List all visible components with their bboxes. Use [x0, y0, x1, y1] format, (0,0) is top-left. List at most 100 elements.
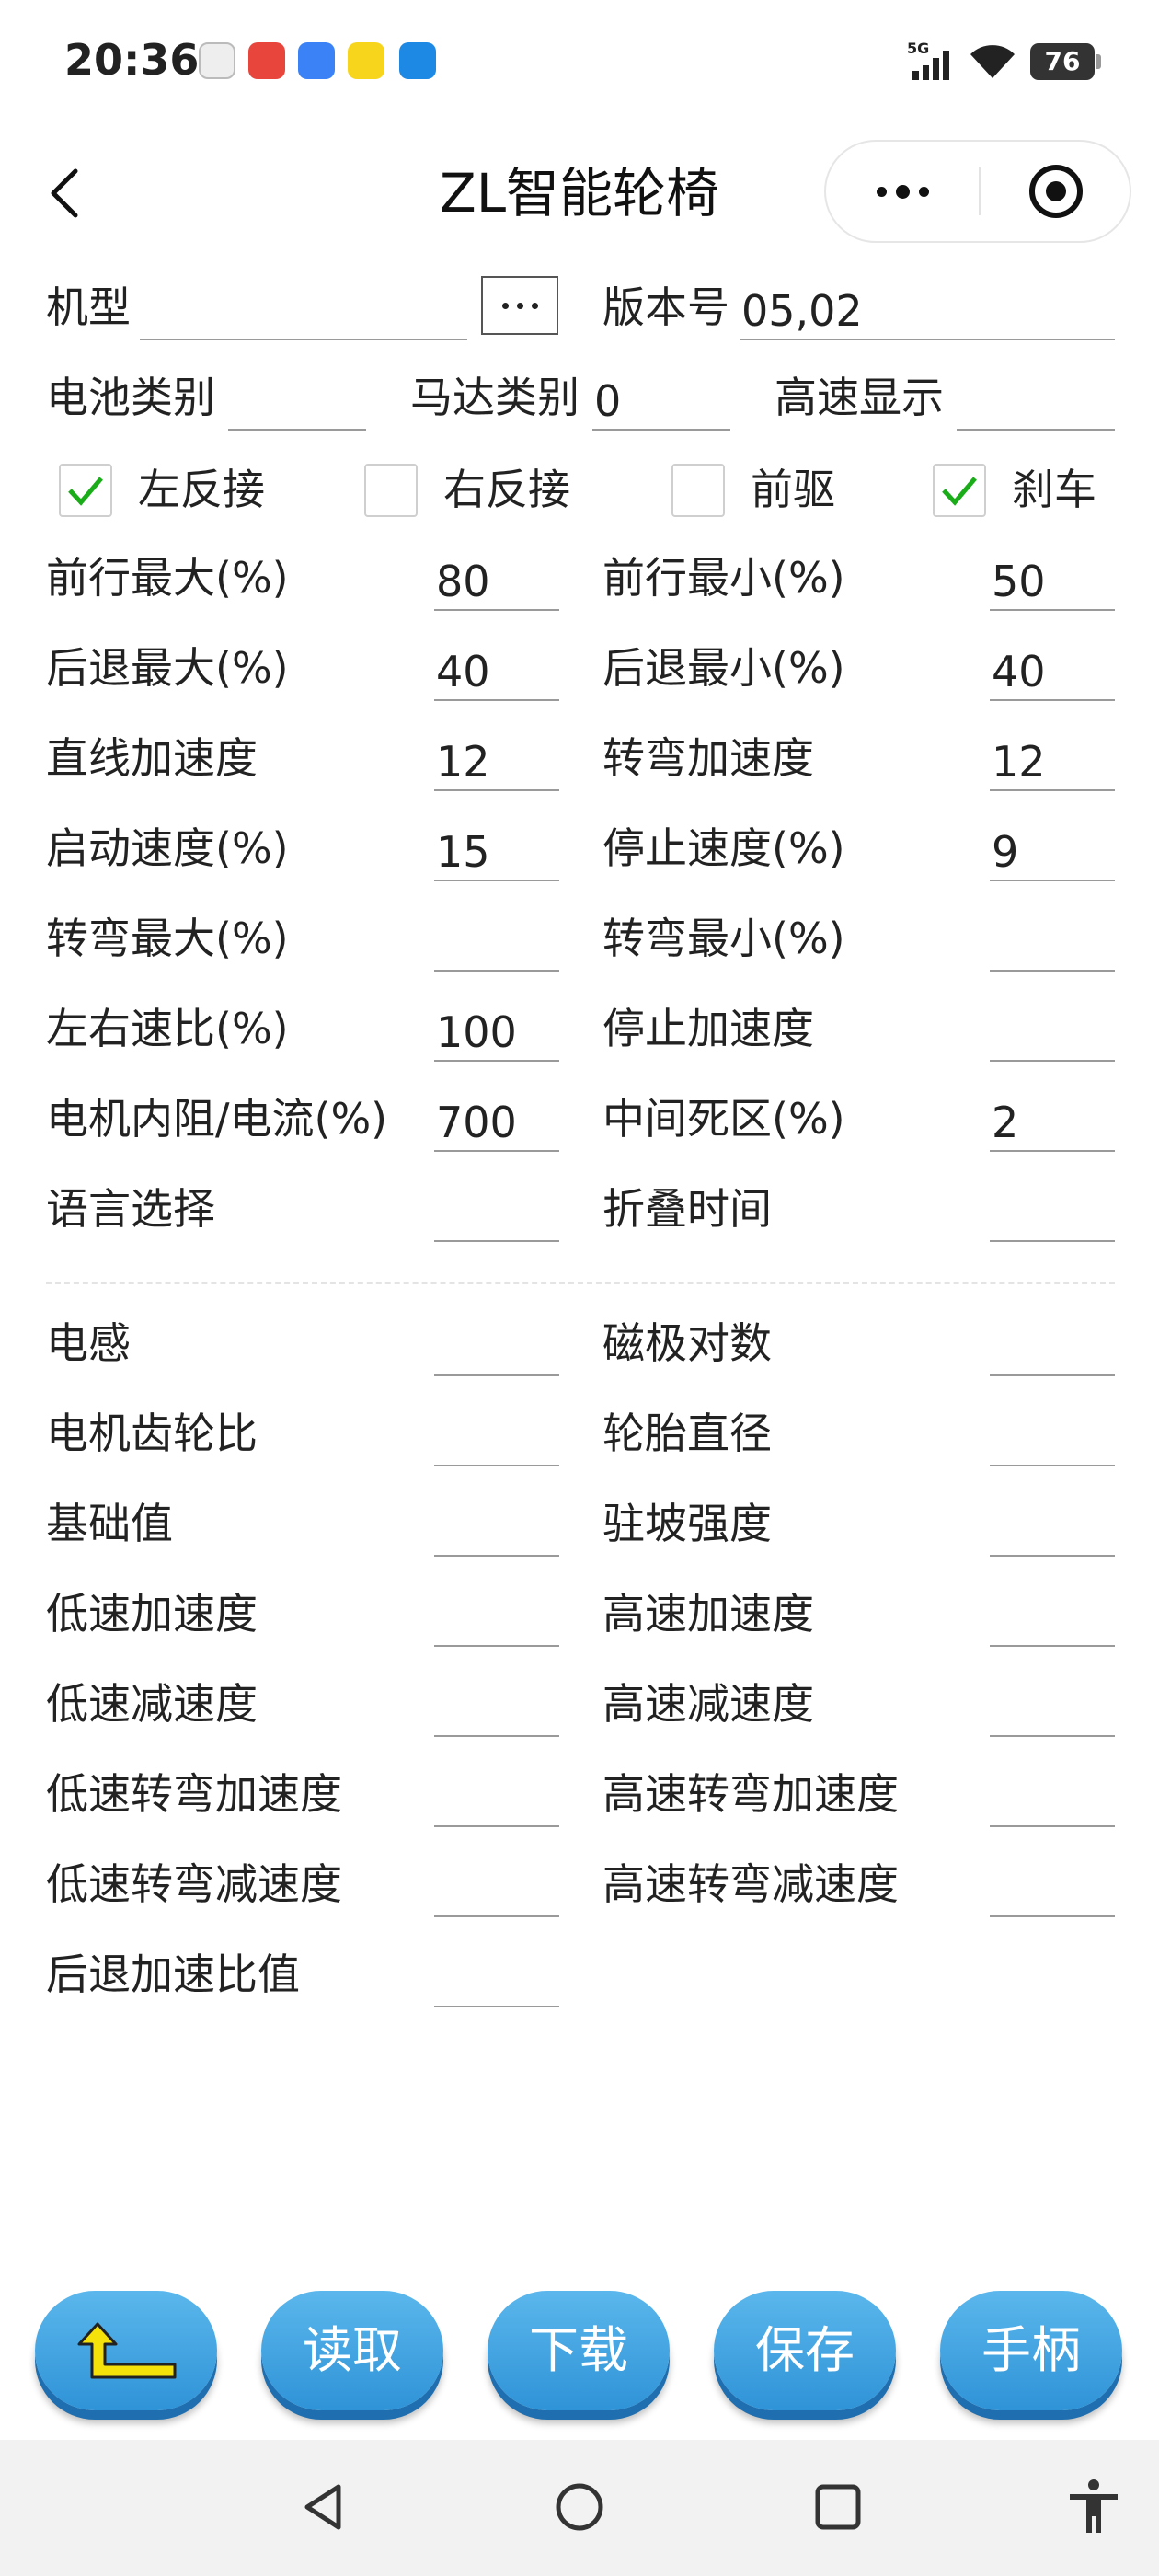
param-label: 后退最大(%) [46, 643, 289, 693]
param-field[interactable] [990, 1185, 1115, 1242]
param-label: 折叠时间 [602, 1184, 772, 1234]
model-select-button[interactable] [481, 276, 558, 335]
motor-type-label: 马达类别 [410, 373, 580, 422]
param-label: 高速转弯减速度 [602, 1859, 899, 1909]
checkbox-label: 左反接 [138, 465, 265, 514]
miniprogram-capsule [824, 140, 1131, 243]
nav-back-icon [304, 2484, 341, 2530]
return-button[interactable] [35, 2291, 217, 2410]
check-icon [68, 477, 103, 506]
model-field[interactable] [140, 283, 467, 340]
version-field[interactable]: 05,02 [740, 283, 1115, 340]
param-field[interactable]: 100 [434, 1005, 559, 1062]
param-field[interactable]: 2 [990, 1095, 1115, 1152]
param-label: 高速转弯加速度 [602, 1769, 899, 1819]
settings-app-icon [199, 42, 235, 79]
param-field[interactable] [990, 1860, 1115, 1917]
param-label: 直线加速度 [46, 733, 258, 783]
param-field[interactable] [434, 1500, 559, 1557]
battery-icon: 76 [1030, 43, 1101, 80]
param-field[interactable] [990, 1770, 1115, 1827]
checkbox-box[interactable] [59, 464, 112, 517]
nav-recents-button[interactable] [806, 2475, 870, 2539]
param-field[interactable] [990, 1590, 1115, 1647]
param-label: 前行最小(%) [602, 553, 845, 603]
param-field[interactable]: 15 [434, 824, 559, 881]
param-label: 停止速度(%) [602, 823, 845, 873]
status-bar: 20:36 5G 76 [0, 0, 1159, 124]
robot-app-icon [399, 42, 436, 79]
more-button[interactable] [826, 142, 979, 241]
param-label: 驻坡强度 [602, 1499, 772, 1548]
param-field[interactable] [990, 1680, 1115, 1737]
param-field[interactable] [990, 1409, 1115, 1466]
param-field[interactable] [434, 1409, 559, 1466]
checkbox-box[interactable] [933, 464, 986, 517]
clown-app-icon [248, 42, 285, 79]
param-field[interactable] [434, 1860, 559, 1917]
checkbox-box[interactable] [364, 464, 418, 517]
param-label: 转弯最大(%) [46, 914, 289, 963]
battery-type-label: 电池类别 [46, 373, 215, 422]
motor-type-field[interactable]: 0 [592, 374, 730, 431]
param-field[interactable] [434, 1770, 559, 1827]
param-field[interactable]: 700 [434, 1095, 559, 1152]
param-label: 语言选择 [46, 1184, 215, 1234]
high-speed-display-label: 高速显示 [775, 373, 944, 422]
version-label: 版本号 [602, 282, 729, 332]
param-field[interactable] [990, 1500, 1115, 1557]
ellipsis-icon [501, 302, 509, 309]
return-arrow-icon [77, 2322, 177, 2379]
back-button[interactable] [37, 156, 92, 230]
battery-type-field[interactable] [228, 374, 366, 431]
param-field[interactable]: 12 [434, 734, 559, 791]
param-label: 电感 [46, 1318, 131, 1368]
more-dots-icon [876, 186, 887, 197]
param-field[interactable] [990, 1005, 1115, 1062]
param-field[interactable]: 80 [434, 554, 559, 611]
param-label: 前行最大(%) [46, 553, 289, 603]
param-label: 低速加速度 [46, 1589, 258, 1639]
param-label: 高速减速度 [602, 1679, 814, 1729]
wifi-icon [970, 45, 1015, 78]
section-divider [46, 1282, 1115, 1284]
handle-button[interactable]: 手柄 [940, 2291, 1122, 2410]
page-title: ZL智能轮椅 [439, 162, 720, 224]
record-target-icon [1029, 165, 1083, 218]
param-label: 转弯加速度 [602, 733, 814, 783]
param-label: 电机齿轮比 [46, 1409, 258, 1458]
param-field[interactable] [434, 1590, 559, 1647]
param-field[interactable] [434, 1319, 559, 1376]
param-field[interactable]: 9 [990, 824, 1115, 881]
download-button[interactable]: 下载 [488, 2291, 670, 2410]
param-field[interactable] [990, 1319, 1115, 1376]
status-time: 20:36 [64, 35, 200, 85]
save-button[interactable]: 保存 [714, 2291, 896, 2410]
model-label: 机型 [46, 282, 131, 332]
param-field[interactable] [990, 914, 1115, 972]
nav-back-button[interactable] [291, 2475, 355, 2539]
param-field[interactable]: 40 [434, 644, 559, 701]
signal-icon: 5G [907, 40, 955, 82]
yellow-app-icon [348, 42, 384, 79]
nav-recents-icon [815, 2484, 861, 2530]
checkbox-label: 右反接 [443, 465, 570, 514]
param-field[interactable]: 50 [990, 554, 1115, 611]
param-field[interactable] [434, 1680, 559, 1737]
high-speed-display-field[interactable] [957, 374, 1115, 431]
param-field[interactable]: 12 [990, 734, 1115, 791]
param-field[interactable] [434, 914, 559, 972]
param-label: 基础值 [46, 1499, 173, 1548]
read-button[interactable]: 读取 [261, 2291, 443, 2410]
param-label: 后退最小(%) [602, 643, 845, 693]
checkbox-box[interactable] [671, 464, 725, 517]
param-field[interactable] [434, 1185, 559, 1242]
accessibility-button[interactable] [1061, 2475, 1126, 2539]
param-label: 电机内阻/电流(%) [46, 1094, 388, 1144]
close-button[interactable] [981, 142, 1131, 241]
param-label: 高速加速度 [602, 1589, 814, 1639]
nav-home-button[interactable] [547, 2475, 612, 2539]
accessibility-icon [1070, 2479, 1118, 2533]
param-field[interactable]: 40 [990, 644, 1115, 701]
param-field[interactable] [434, 1950, 559, 2007]
